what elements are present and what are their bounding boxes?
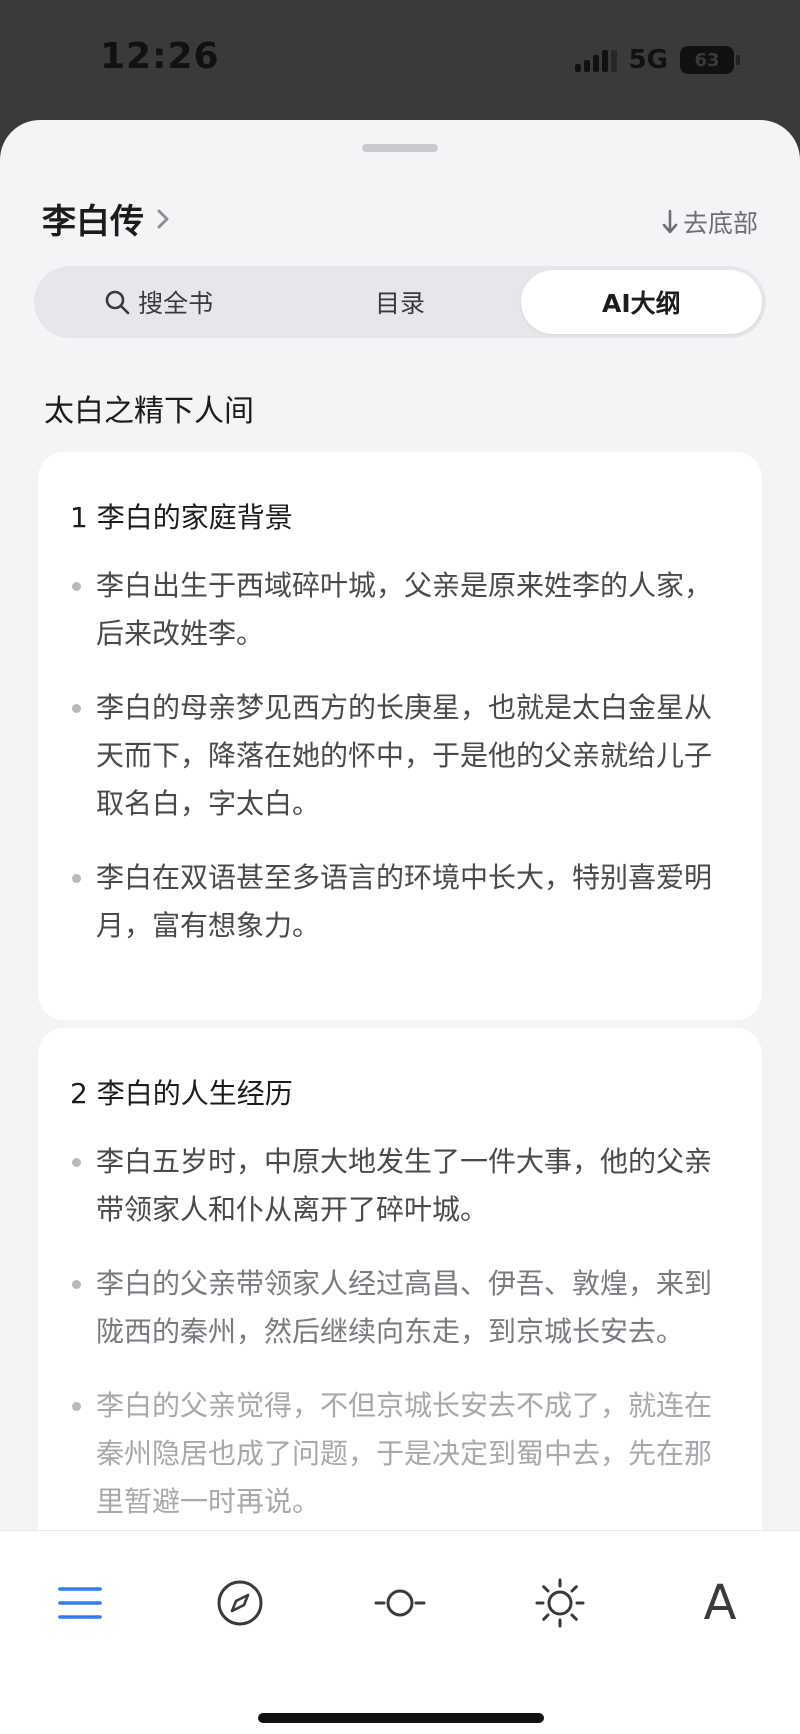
font-size-icon: A xyxy=(703,1575,737,1631)
tab-ai-outline[interactable]: AI大纲 xyxy=(520,270,762,334)
progress-button[interactable] xyxy=(368,1571,432,1635)
outline-bullet: 李白出生于西域碎叶城，父亲是原来姓李的人家，后来改姓李。 xyxy=(70,562,730,658)
search-icon xyxy=(105,290,130,315)
tab-switcher: 搜全书 目录 AI大纲 xyxy=(34,266,766,338)
brightness-icon xyxy=(535,1578,585,1628)
chevron-right-icon xyxy=(157,209,169,228)
tab-ai-outline-label: AI大纲 xyxy=(601,289,681,318)
outline-bullet: 李白的父亲觉得，不但京城长安去不成了，就连在秦州隐居也成了问题，于是决定到蜀中去… xyxy=(70,1382,730,1526)
go-to-bottom-button[interactable]: 去底部 xyxy=(661,204,758,240)
book-title: 李白传 xyxy=(42,202,144,242)
compass-button[interactable] xyxy=(208,1571,272,1635)
status-bar: 12:26 5G 63 xyxy=(0,0,800,120)
outline-bullet: 李白的父亲带领家人经过高昌、伊吾、敦煌，来到陇西的秦州，然后继续向东走，到京城长… xyxy=(70,1260,730,1356)
outline-heading: 太白之精下人间 xyxy=(44,394,254,429)
menu-button[interactable] xyxy=(48,1571,112,1635)
outline-card: 1 李白的家庭背景 李白出生于西域碎叶城，父亲是原来姓李的人家，后来改姓李。 李… xyxy=(38,452,762,1020)
card-title: 1 李白的家庭背景 xyxy=(70,501,293,534)
sheet-grabber[interactable] xyxy=(362,144,438,152)
brightness-button[interactable] xyxy=(528,1571,592,1635)
tab-search-book[interactable]: 搜全书 xyxy=(38,270,279,334)
tab-search-book-label: 搜全书 xyxy=(138,289,214,318)
go-to-bottom-label: 去底部 xyxy=(682,209,758,238)
card-title: 2 李白的人生经历 xyxy=(70,1077,293,1110)
tab-contents[interactable]: 目录 xyxy=(279,270,520,334)
font-size-button[interactable]: A xyxy=(688,1571,752,1635)
battery-level: 63 xyxy=(694,49,720,71)
signal-icon xyxy=(574,48,617,72)
outline-bullet: 李白的母亲梦见西方的长庚星，也就是太白金星从天而下，降落在她的怀中，于是他的父亲… xyxy=(70,684,730,828)
outline-sheet: 李白传 去底部 搜全书 目录 AI大纲 太白之精下人间 1 李白的家庭背景 李白… xyxy=(0,120,800,1734)
compass-icon xyxy=(217,1580,263,1626)
outline-bullet: 李白在双语甚至多语言的环境中长大，特别喜爱明月，富有想象力。 xyxy=(70,854,730,950)
status-indicators: 5G 63 xyxy=(574,42,740,78)
arrow-down-icon xyxy=(662,209,678,234)
menu-icon xyxy=(58,1587,102,1619)
status-time: 12:26 xyxy=(100,36,220,77)
outline-bullet: 李白五岁时，中原大地发生了一件大事，他的父亲带领家人和仆从离开了碎叶城。 xyxy=(70,1138,730,1234)
book-title-link[interactable]: 李白传 xyxy=(42,194,174,243)
progress-icon xyxy=(374,1589,426,1617)
home-indicator xyxy=(258,1713,544,1723)
battery-icon: 63 xyxy=(680,46,740,74)
reader-toolbar: A xyxy=(0,1530,800,1734)
tab-contents-label: 目录 xyxy=(374,289,425,318)
network-type: 5G xyxy=(628,45,668,75)
